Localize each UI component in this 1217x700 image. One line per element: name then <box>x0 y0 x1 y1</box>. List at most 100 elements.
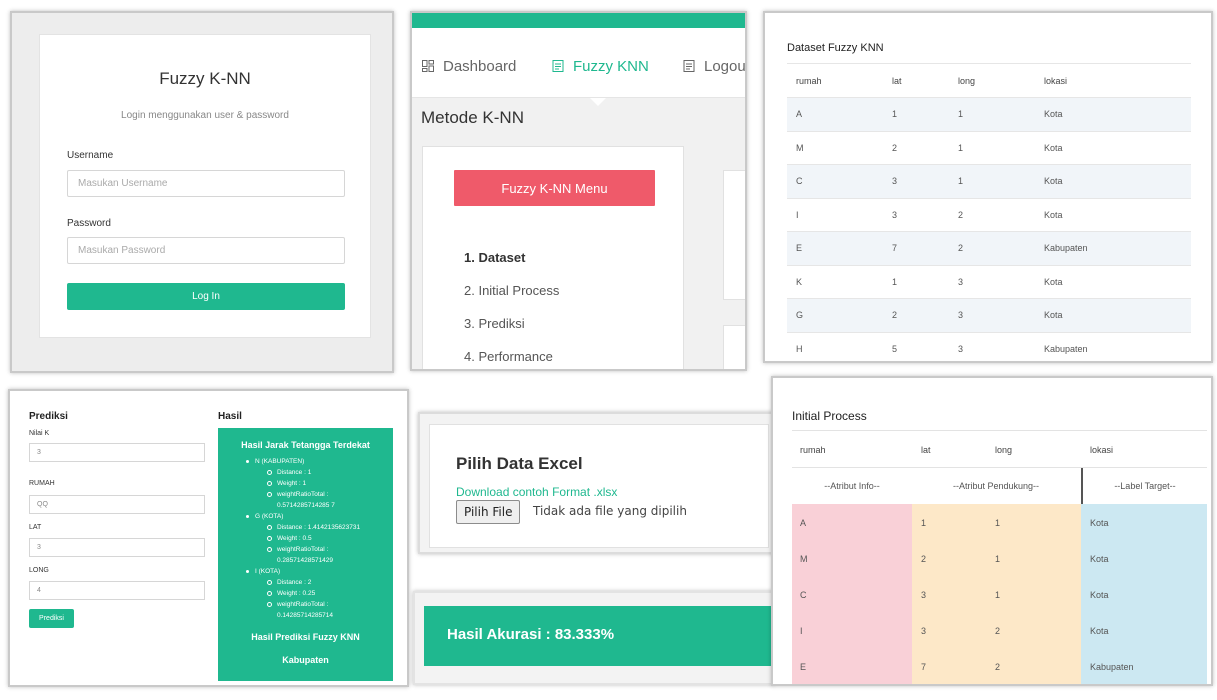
cell: 3 <box>958 264 1044 299</box>
list-item: I (KOTA) <box>243 566 360 577</box>
col-header: lokasi <box>1044 63 1191 98</box>
table-header-row: rumah lat long lokasi <box>787 63 1191 98</box>
cell: C <box>800 590 807 600</box>
cell: 1 <box>892 264 958 299</box>
list-item: N (KABUPATEN) <box>243 456 360 467</box>
nav-dashboard[interactable]: Dashboard <box>422 58 516 75</box>
group-atribut-pendukung: --Atribut Pendukung-- <box>952 481 1040 491</box>
password-label: Password <box>67 218 111 229</box>
cell: C <box>787 164 892 198</box>
step-initial-process[interactable]: 2. Initial Process <box>464 283 559 298</box>
table-row: K 1 3 Kota <box>787 264 1191 299</box>
cell: Kabupaten <box>1090 662 1134 672</box>
nav-logout[interactable]: Logout <box>683 58 747 75</box>
lat-label: LAT <box>29 524 42 531</box>
initial-process-title: Initial Process <box>792 409 867 423</box>
rumah-label: RUMAH <box>29 480 55 487</box>
password-input[interactable] <box>67 237 345 264</box>
prediksi-button[interactable]: Prediksi <box>29 609 74 628</box>
cell: Kota <box>1090 590 1109 600</box>
akurasi-panel: Hasil Akurasi : 83.333% <box>413 591 774 685</box>
cell: G <box>787 298 892 332</box>
nilai-k-label: Nilai K <box>29 430 50 437</box>
cell: 2 <box>995 662 1001 672</box>
nav-fuzzy-knn[interactable]: Fuzzy KNN <box>552 58 649 75</box>
cell: 3 <box>921 590 927 600</box>
prediksi-heading: Prediksi <box>29 411 68 422</box>
cell: Kota <box>1044 164 1191 198</box>
list-item: Distance : 1 <box>243 467 360 478</box>
nav-logout-label: Logout <box>704 58 747 75</box>
list-item: Weight : 0.5 <box>243 533 360 544</box>
table-row: G 2 3 Kota <box>787 298 1191 332</box>
cell: 3 <box>958 331 1044 361</box>
atribut-info-column <box>792 504 912 684</box>
step-prediksi[interactable]: 3. Prediksi <box>464 316 525 331</box>
list-item: 0.5714285714285 7 <box>277 502 335 509</box>
active-caret <box>590 98 606 106</box>
cell: 1 <box>958 130 1044 165</box>
rumah-input[interactable] <box>29 495 205 514</box>
cell: Kota <box>1044 298 1191 332</box>
group-atribut-info: --Atribut Info-- <box>824 481 880 491</box>
nilai-k-input[interactable] <box>29 443 205 462</box>
dataset-title: Dataset Fuzzy KNN <box>787 42 884 54</box>
cell: Kota <box>1044 264 1191 299</box>
col-header: rumah <box>787 63 892 98</box>
step-dataset[interactable]: 1. Dataset <box>464 250 525 265</box>
prediksi-panel: Prediksi Hasil Nilai K RUMAH LAT LONG Pr… <box>8 389 409 687</box>
step-performance[interactable]: 4. Performance <box>464 349 553 364</box>
login-button[interactable]: Log In <box>67 283 345 310</box>
cell: E <box>800 662 807 672</box>
fuzzy-knn-menu-button[interactable]: Fuzzy K-NN Menu <box>454 170 655 206</box>
dashboard-icon <box>422 60 434 72</box>
cell: 2 <box>892 130 958 165</box>
list-item: 0.28571428571429 <box>277 557 334 564</box>
cell: 5 <box>892 331 958 361</box>
cell: M <box>800 554 808 564</box>
cell: Kota <box>1044 97 1191 131</box>
lat-input[interactable] <box>29 538 205 557</box>
excel-title: Pilih Data Excel <box>456 454 583 473</box>
table-row: C 3 1 Kota <box>787 164 1191 198</box>
col-header: long <box>958 63 1044 98</box>
nav-fuzzy-knn-label: Fuzzy KNN <box>573 58 649 75</box>
list-item: Distance : 1.4142135623731 <box>243 522 360 533</box>
cell: I <box>787 197 892 232</box>
dataset-table: rumah lat long lokasi A 1 1 Kota M 2 1 Kota C3… <box>787 63 1191 361</box>
col-header: lat <box>892 63 958 98</box>
cell: I <box>800 626 803 636</box>
cell: 2 <box>958 197 1044 232</box>
nav-dashboard-label: Dashboard <box>443 58 517 75</box>
akurasi-banner: Hasil Akurasi : 83.333% <box>424 606 772 666</box>
long-label: LONG <box>29 567 49 574</box>
cell: A <box>787 97 892 131</box>
excel-card: Pilih Data Excel Download contoh Format … <box>429 424 769 548</box>
divider <box>792 430 1207 431</box>
login-subtitle: Login menggunakan user & password <box>121 110 289 121</box>
cell: 3 <box>892 164 958 198</box>
cell: 3 <box>958 298 1044 332</box>
hasil-prediksi-title: Hasil Prediksi Fuzzy KNN <box>251 632 360 642</box>
table-row: A 1 1 Kota <box>787 97 1191 131</box>
cell: 3 <box>892 197 958 232</box>
download-format-link[interactable]: Download contoh Format .xlsx <box>456 485 617 499</box>
cell: 2 <box>921 554 927 564</box>
cell: 1 <box>995 590 1001 600</box>
choose-file-button[interactable]: Pilih File <box>456 500 521 524</box>
document-icon <box>683 60 695 72</box>
cell: Kota <box>1090 554 1109 564</box>
hasil-heading: Hasil <box>218 411 242 422</box>
cell: K <box>787 264 892 299</box>
cell: 7 <box>921 662 927 672</box>
cell: M <box>787 130 892 165</box>
username-input[interactable] <box>67 170 345 197</box>
dataset-panel: Dataset Fuzzy KNN rumah lat long lokasi … <box>763 11 1213 363</box>
side-card <box>723 325 745 369</box>
list-item: Weight : 0.25 <box>243 588 360 599</box>
username-label: Username <box>67 150 114 161</box>
list-item: Distance : 2 <box>243 577 360 588</box>
long-input[interactable] <box>29 581 205 600</box>
cell: Kabupaten <box>1044 231 1191 265</box>
top-bar <box>412 13 745 28</box>
